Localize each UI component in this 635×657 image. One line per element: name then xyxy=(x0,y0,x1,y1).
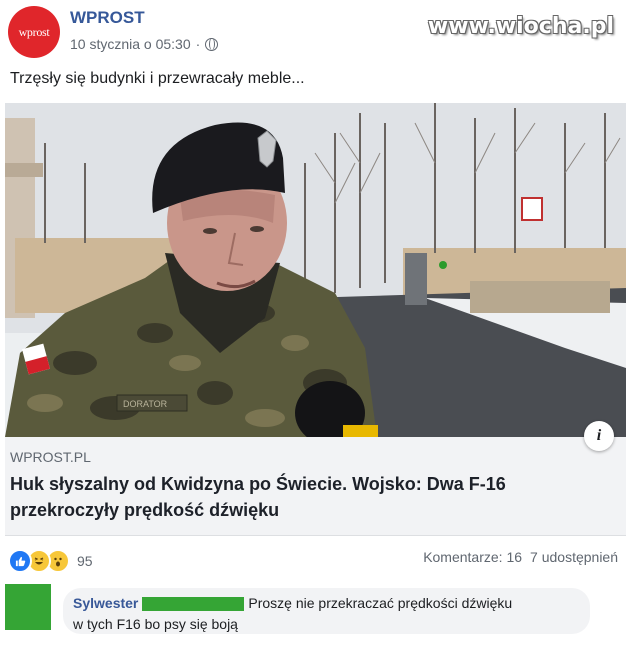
globe-icon[interactable] xyxy=(205,37,219,51)
reactions-bar: 95 Komentarze: 16 7 udostępnień xyxy=(8,549,624,573)
post-timestamp[interactable]: 10 stycznia o 05:30 xyxy=(70,36,191,52)
link-domain: WPROST.PL xyxy=(10,449,91,465)
redacted-surname xyxy=(142,596,245,611)
page-avatar[interactable]: wprost xyxy=(8,6,60,58)
comment-text-line1: Proszę nie przekraczać prędkości dźwięku xyxy=(248,595,513,611)
uniform-nameplate: DORATOR xyxy=(123,399,168,409)
comment: Sylwester Proszę nie przekraczać prędkoś… xyxy=(5,580,625,640)
engagement-counts: Komentarze: 16 7 udostępnień xyxy=(423,549,618,565)
soldier-interview-photo: DORATOR xyxy=(5,103,626,437)
post-header: wprost WPROST 10 stycznia o 05:30 · www.… xyxy=(8,4,628,60)
link-preview-card[interactable]: i WPROST.PL Huk słyszalny od Kwidzyna po… xyxy=(5,421,626,536)
separator-dot: · xyxy=(195,36,201,52)
post-image[interactable]: DORATOR xyxy=(5,103,626,437)
shares-count-link[interactable]: 7 udostępnień xyxy=(530,549,618,565)
info-icon-glyph: i xyxy=(596,427,602,444)
comments-count-link[interactable]: Komentarze: 16 xyxy=(423,549,522,565)
comment-author[interactable]: Sylwester xyxy=(73,594,138,613)
comment-text-line2: w tych F16 bo psy się boją xyxy=(73,616,238,632)
page-avatar-logo-text: wprost xyxy=(18,24,50,39)
watermark: www.wiocha.pl xyxy=(427,14,614,39)
comment-line-1: Sylwester Proszę nie przekraczać prędkoś… xyxy=(73,594,512,613)
link-headline[interactable]: Huk słyszalny od Kwidzyna po Świecie. Wo… xyxy=(10,471,610,523)
reaction-summary[interactable]: 95 xyxy=(8,549,93,573)
reaction-count: 95 xyxy=(77,553,93,569)
info-icon[interactable]: i xyxy=(584,421,614,451)
page-name-link[interactable]: WPROST xyxy=(70,8,145,28)
post-text: Trzęsły się budynki i przewracały meble.… xyxy=(10,70,305,87)
comment-bubble: Sylwester Proszę nie przekraczać prędkoś… xyxy=(63,588,590,634)
like-icon xyxy=(8,549,32,573)
commenter-avatar-redacted[interactable] xyxy=(5,584,51,630)
post-meta: 10 stycznia o 05:30 · xyxy=(70,36,219,52)
